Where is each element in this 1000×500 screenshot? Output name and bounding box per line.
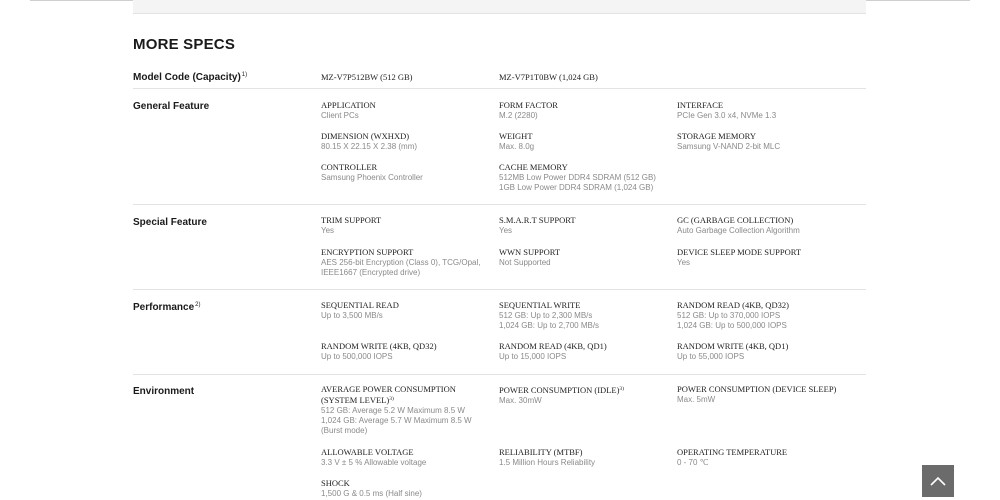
section-label-general: General Feature: [133, 101, 210, 112]
spec-storage-memory: STORAGE MEMORY Samsung V-NAND 2-bit MLC: [677, 131, 781, 151]
spec-weight: WEIGHT Max. 8.0g: [499, 131, 535, 151]
spec-random-write-qd32: RANDOM WRITE (4KB, QD32) Up to 500,000 I…: [321, 341, 437, 361]
spec-application: APPLICATION Client PCs: [321, 100, 376, 120]
spec-operating-temperature: OPERATING TEMPERATURE 0 - 70 ℃: [677, 447, 788, 467]
section-label-model-code: Model Code (Capacity)1): [133, 72, 248, 83]
back-to-top-button[interactable]: [922, 465, 954, 497]
divider: [133, 374, 866, 375]
divider: [133, 88, 866, 89]
previous-section-band: [133, 0, 866, 14]
spec-wwn-support: WWN SUPPORT Not Supported: [499, 247, 561, 267]
divider: [133, 204, 866, 205]
spec-encryption-support: ENCRYPTION SUPPORT AES 256-bit Encryptio…: [321, 247, 481, 277]
divider: [133, 289, 866, 290]
section-label-special: Special Feature: [133, 217, 207, 228]
spec-cache-memory: CACHE MEMORY 512MB Low Power DDR4 SDRAM …: [499, 162, 656, 192]
spec-allowable-voltage: ALLOWABLE VOLTAGE 3.3 V ± 5 % Allowable …: [321, 447, 427, 467]
spec-garbage-collection: GC (GARBAGE COLLECTION) Auto Garbage Col…: [677, 215, 800, 235]
spec-random-write-qd1: RANDOM WRITE (4KB, QD1) Up to 55,000 IOP…: [677, 341, 789, 361]
spec-random-read-qd32: RANDOM READ (4KB, QD32) 512 GB: Up to 37…: [677, 300, 789, 330]
spec-dimension: DIMENSION (WxHxD) 80.15 X 22.15 X 2.38 (…: [321, 131, 418, 151]
spec-smart-support: S.M.A.R.T SUPPORT Yes: [499, 215, 576, 235]
spec-sequential-write: SEQUENTIAL WRITE 512 GB: Up to 2,300 MB/…: [499, 300, 600, 330]
section-label-performance: Performance2): [133, 302, 201, 313]
spec-sequential-read: SEQUENTIAL READ Up to 3,500 MB/s: [321, 300, 399, 320]
spec-trim-support: TRIM SUPPORT Yes: [321, 215, 382, 235]
model-code-1024: MZ-V7P1T0BW (1,024 GB): [499, 72, 598, 82]
chevron-up-icon: [930, 476, 946, 486]
spec-average-power-consumption: AVERAGE POWER CONSUMPTION (SYSTEM LEVEL)…: [321, 384, 472, 435]
spec-random-read-qd1: RANDOM READ (4KB, QD1) Up to 15,000 IOPS: [499, 341, 607, 361]
spec-controller: CONTROLLER Samsung Phoenix Controller: [321, 162, 423, 182]
spec-power-consumption-idle: POWER CONSUMPTION (IDLE)3) Max. 30mW: [499, 385, 625, 405]
spec-device-sleep-mode: DEVICE SLEEP MODE SUPPORT Yes: [677, 247, 802, 267]
spec-form-factor: FORM FACTOR M.2 (2280): [499, 100, 558, 120]
spec-power-consumption-device-sleep: POWER CONSUMPTION (DEVICE SLEEP) Max. 5m…: [677, 384, 837, 404]
spec-interface: INTERFACE PCIe Gen 3.0 x4, NVMe 1.3: [677, 100, 777, 120]
spec-shock: SHOCK 1,500 G & 0.5 ms (Half sine): [321, 478, 422, 498]
section-label-environment: Environment: [133, 386, 195, 397]
model-code-512: MZ-V7P512BW (512 GB): [321, 72, 413, 82]
page-title: MORE SPECS: [133, 36, 236, 53]
spec-reliability-mtbf: RELIABILITY (MTBF) 1.5 Million Hours Rel…: [499, 447, 596, 467]
